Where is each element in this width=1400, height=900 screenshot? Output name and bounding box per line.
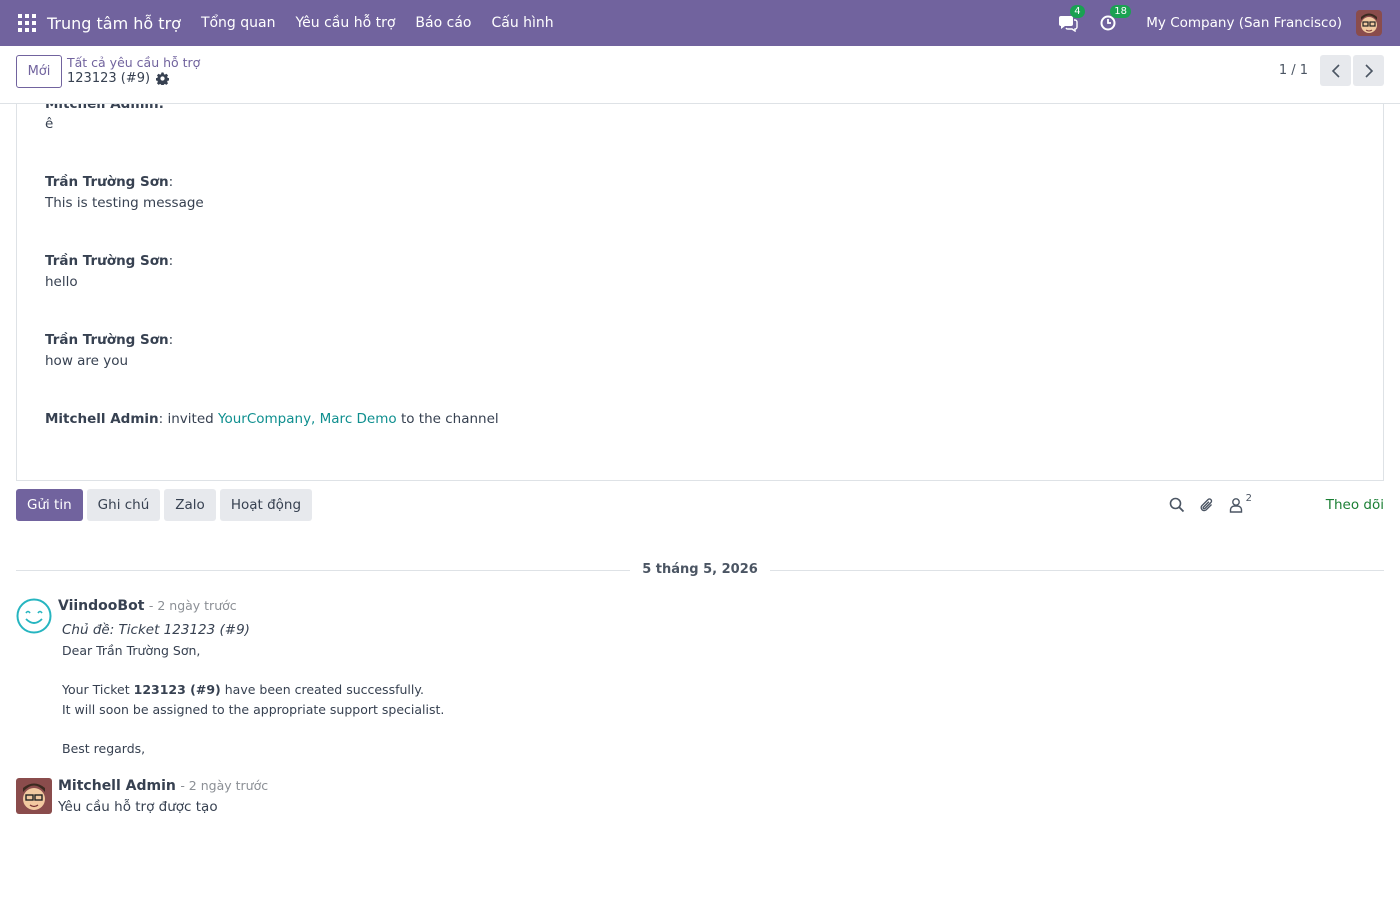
user-avatar[interactable] [1356,10,1382,36]
control-panel: Mới Tất cả yêu cầu hỗ trợ 123123 (#9) 1 … [0,46,1400,104]
message-time: - 2 ngày trước [180,778,269,793]
message-author[interactable]: Mitchell Admin [58,778,176,794]
followers-count: 2 [1245,493,1252,504]
chatter-topbar: Gửi tin Ghi chú Zalo Hoạt động 2 Theo dõ… [16,489,1384,521]
paperclip-icon[interactable] [1199,497,1215,513]
pager-value[interactable]: 1 / 1 [1279,63,1308,78]
menu-item-overview[interactable]: Tổng quan [191,15,286,31]
zalo-button[interactable]: Zalo [164,489,216,521]
record-name: 123123 (#9) [67,71,151,86]
entry-text: This is testing message [45,195,204,211]
pager-previous-button[interactable] [1320,55,1351,86]
conversation-entry: Trần Trường Sơn: hello [45,251,173,293]
top-navbar: Trung tâm hỗ trợ Tổng quan Yêu cầu hỗ tr… [0,0,1400,46]
chevron-right-icon [1364,63,1373,78]
message-body: Chủ đề: Ticket 123123 (#9) Dear Trần Trư… [62,620,444,758]
message-time: - 2 ngày trước [148,598,237,613]
log-note-button[interactable]: Ghi chú [86,489,161,521]
activities-button[interactable]: 18 [1098,5,1132,33]
invited-partners-link[interactable]: YourCompany, Marc Demo [218,411,397,427]
menu-item-config[interactable]: Cấu hình [481,15,563,31]
follow-button[interactable]: Theo dõi [1326,497,1384,513]
message-line: Your Ticket 123123 (#9) have been create… [62,682,424,697]
followers-button[interactable]: 2 [1229,493,1252,513]
entry-author: Trần Trường Sơn [45,332,169,348]
entry-author: Trần Trường Sơn [45,253,169,269]
date-label: 5 tháng 5, 2026 [630,562,770,577]
main-menu: Tổng quan Yêu cầu hỗ trợ Báo cáo Cấu hìn… [191,15,564,31]
chevron-left-icon [1331,63,1340,78]
messaging-button[interactable]: 4 [1058,5,1085,33]
bot-avatar[interactable] [16,598,52,634]
entry-text: how are you [45,353,129,369]
entry-text: ê [45,116,54,132]
invite-pre-text: invited [167,411,214,427]
message-author[interactable]: ViindooBot [58,598,144,614]
message-closing: Best regards, [62,740,146,756]
new-button[interactable]: Mới [16,55,62,88]
search-icon[interactable] [1169,497,1185,513]
record-title: 123123 (#9) [67,71,170,86]
conversation-entry: Trần Trường Sơn: This is testing message [45,172,204,214]
entry-author: Mitchell Admin: [45,104,165,112]
apps-menu-icon[interactable] [18,14,36,32]
conversation-entry: Trần Trường Sơn: how are you [45,330,173,372]
pager-next-button[interactable] [1353,55,1384,86]
user-avatar[interactable] [16,778,52,814]
entry-author: Trần Trường Sơn [45,174,169,190]
gear-icon[interactable] [156,72,170,85]
user-icon [1229,498,1242,513]
message-line: It will soon be assigned to the appropri… [62,701,445,717]
messages-count-badge: 4 [1070,5,1085,18]
date-separator: 5 tháng 5, 2026 [16,561,1384,579]
app-title[interactable]: Trung tâm hỗ trợ [47,14,181,33]
invite-post-text: to the channel [400,411,499,427]
activities-count-badge: 18 [1110,5,1132,18]
pager: 1 / 1 [1279,55,1384,86]
chatter-message: ViindooBot - 2 ngày trước Chủ đề: Ticket… [16,598,616,763]
breadcrumb-all-tickets[interactable]: Tất cả yêu cầu hỗ trợ [67,55,200,70]
menu-item-reports[interactable]: Báo cáo [405,15,481,31]
ticket-reference: 123123 (#9) [133,682,221,697]
invite-entry: Mitchell Admin: invited YourCompany, Mar… [45,411,499,427]
chatter-message: Mitchell Admin - 2 ngày trước Yêu cầu hỗ… [16,778,616,818]
entry-text: hello [45,274,78,290]
form-sheet[interactable]: Mitchell Admin: ê Trần Trường Sơn: This … [16,104,1384,481]
entry-author: Mitchell Admin [45,411,159,427]
menu-item-tickets[interactable]: Yêu cầu hỗ trợ [285,15,405,31]
message-body: Yêu cầu hỗ trợ được tạo [58,799,218,815]
send-message-button[interactable]: Gửi tin [16,489,83,521]
message-subject: Chủ đề: Ticket 123123 (#9) [62,622,250,638]
company-switcher[interactable]: My Company (San Francisco) [1146,15,1342,31]
activities-button[interactable]: Hoạt động [219,489,313,521]
chatter-tools: 2 [1169,493,1252,513]
conversation-entry: Mitchell Admin: ê [45,104,164,134]
message-greeting: Dear Trần Trường Sơn, [62,643,201,658]
